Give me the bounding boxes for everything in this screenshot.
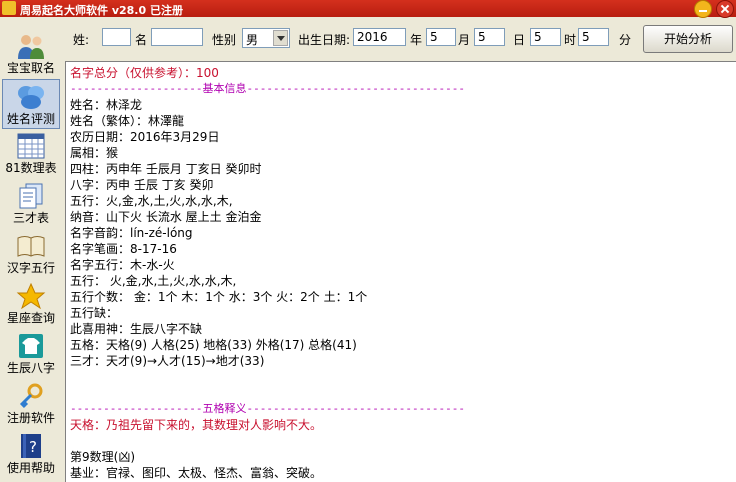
sidebar-item-label: 注册软件 bbox=[6, 411, 55, 425]
result-panel[interactable]: 名字总分（仅供参考）：100 --------------------基本信息-… bbox=[65, 61, 736, 482]
minute-input[interactable]: 5 bbox=[578, 28, 609, 46]
surname-label: 姓: bbox=[73, 33, 90, 47]
day-input[interactable]: 5 bbox=[474, 28, 505, 46]
basic-info-header: --------------------基本信息----------------… bbox=[70, 82, 465, 95]
star-icon bbox=[16, 283, 46, 309]
window-title: 周易起名大师软件 v28.0 已注册 bbox=[20, 4, 183, 17]
sidebar-item-label: 汉字五行 bbox=[6, 261, 55, 275]
sidebar-item-register[interactable]: 注册软件 bbox=[2, 379, 60, 429]
sidebar-item-label: 星座查询 bbox=[6, 311, 55, 325]
wuge-explain-header: --------------------五格释义----------------… bbox=[70, 402, 465, 415]
sidebar-item-label: 生辰八字 bbox=[6, 361, 55, 375]
sidebar-item-sancai-table[interactable]: 三才表 bbox=[2, 179, 60, 229]
table-icon bbox=[17, 133, 45, 159]
name-wuxing-line: 名字五行：木-水-火 bbox=[70, 258, 175, 272]
app-icon bbox=[2, 1, 16, 15]
shirt-icon bbox=[19, 334, 43, 358]
jiye-line: 基业：官禄、图印、太极、怪杰、富翁、突破。 bbox=[70, 466, 323, 480]
hour-input[interactable]: 5 bbox=[530, 28, 561, 46]
key-icon bbox=[19, 383, 43, 409]
year-input[interactable]: 2016 bbox=[353, 28, 406, 46]
sizhu-line: 四柱：丙申年 壬辰月 丁亥日 癸卯时 bbox=[70, 162, 262, 176]
sancai-line: 三才：天才(9)→人才(15)→地才(33) bbox=[70, 354, 265, 368]
documents-icon bbox=[19, 183, 43, 209]
gender-label: 性别 bbox=[212, 33, 237, 47]
chevron-down-icon[interactable] bbox=[273, 30, 288, 46]
tiange-line: 天格：乃祖先留下来的，其数理对人影响不大。 bbox=[70, 418, 323, 432]
toolbar: 姓: 名 性别 男 出生日期: 2016 年 5 月 5 日 5 时 5 分 开… bbox=[62, 17, 736, 61]
sidebar-item-baby-naming[interactable]: 宝宝取名 bbox=[2, 29, 60, 79]
sidebar-item-name-evaluation[interactable]: 姓名评测 bbox=[2, 79, 60, 129]
close-button[interactable] bbox=[716, 0, 734, 18]
wuxing-lack-line: 五行缺： bbox=[70, 306, 119, 320]
wuxing-count-line: 五行个数： 金：1个 木：1个 水：3个 火：2个 土：1个 bbox=[70, 290, 368, 304]
bubbles-icon bbox=[18, 86, 44, 109]
people-icon bbox=[18, 35, 44, 59]
name-line: 姓名：林泽龙 bbox=[70, 98, 143, 112]
sidebar-item-constellation[interactable]: 星座查询 bbox=[2, 279, 60, 329]
number-9-line: 第9数理(凶) bbox=[70, 450, 135, 464]
year-unit-label: 年 bbox=[410, 33, 423, 47]
gender-value: 男 bbox=[246, 33, 259, 47]
hour-unit-label: 时 bbox=[564, 33, 577, 47]
sidebar-item-bazi[interactable]: 生辰八字 bbox=[2, 329, 60, 379]
sidebar-item-label: 宝宝取名 bbox=[6, 61, 55, 75]
help-icon: ? bbox=[21, 434, 41, 458]
birth-date-label: 出生日期: bbox=[298, 33, 351, 47]
minimize-button[interactable] bbox=[694, 0, 712, 18]
given-name-input[interactable] bbox=[151, 28, 203, 46]
sidebar-item-label: 三才表 bbox=[12, 211, 49, 225]
zodiac-line: 属相：猴 bbox=[70, 146, 119, 160]
svg-text:?: ? bbox=[29, 438, 37, 456]
sidebar-item-81-numerology[interactable]: 81数理表 bbox=[2, 129, 60, 179]
sidebar-item-help[interactable]: ? 使用帮助 bbox=[2, 429, 60, 479]
month-input[interactable]: 5 bbox=[426, 28, 456, 46]
surname-input[interactable] bbox=[102, 28, 131, 46]
sidebar-item-label: 使用帮助 bbox=[6, 461, 55, 475]
start-analysis-button[interactable]: 开始分析 bbox=[643, 25, 733, 53]
pinyin-line: 名字音韵：lín-zé-lóng bbox=[70, 226, 193, 240]
title-bar: 周易起名大师软件 v28.0 已注册 bbox=[0, 0, 736, 18]
wuxing-line: 五行：火,金,水,土,火,水,水,木, bbox=[70, 194, 233, 208]
sidebar-item-hanzi-wuxing[interactable]: 汉字五行 bbox=[2, 229, 60, 279]
sidebar-item-label: 姓名评测 bbox=[6, 112, 55, 126]
minute-unit-label: 分 bbox=[619, 33, 632, 47]
nayin-line: 纳音：山下火 长流水 屋上土 金泊金 bbox=[70, 210, 262, 224]
sidebar: 宝宝取名 姓名评测 81数理表 三才表 汉字五行 星座查询 生辰八字 注册软件 … bbox=[0, 17, 62, 482]
sidebar-item-label: 81数理表 bbox=[5, 161, 57, 175]
name-traditional-line: 姓名（繁体）：林澤龍 bbox=[70, 114, 185, 128]
wuge-line: 五格：天格(9) 人格(25) 地格(33) 外格(17) 总格(41) bbox=[70, 338, 357, 352]
day-unit-label: 日 bbox=[513, 33, 526, 47]
book-icon bbox=[17, 236, 45, 257]
xiyongshen-line: 此喜用神：生辰八字不缺 bbox=[70, 322, 203, 336]
strokes-line: 名字笔画：8-17-16 bbox=[70, 242, 177, 256]
month-unit-label: 月 bbox=[458, 33, 471, 47]
bazi-line: 八字：丙申 壬辰 丁亥 癸卯 bbox=[70, 178, 214, 192]
lunar-date-line: 农历日期：2016年3月29日 bbox=[70, 130, 220, 144]
given-name-label: 名 bbox=[135, 33, 148, 47]
total-score: 名字总分（仅供参考）：100 bbox=[70, 66, 219, 80]
wuxing-repeat-line: 五行： 火,金,水,土,火,水,水,木, bbox=[70, 274, 237, 288]
gender-select[interactable]: 男 bbox=[242, 28, 290, 48]
